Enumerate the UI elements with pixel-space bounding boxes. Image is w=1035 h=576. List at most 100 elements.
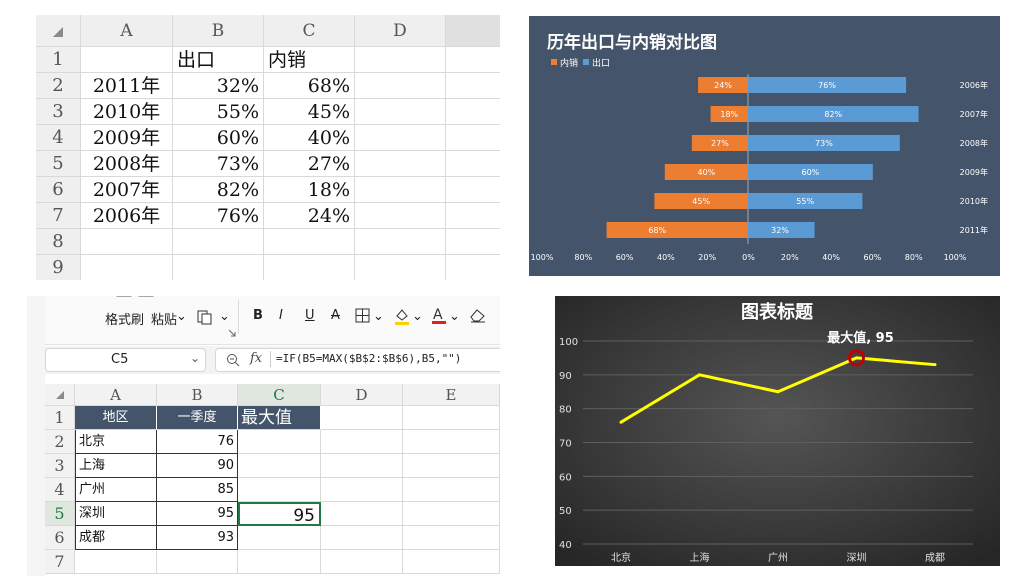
cell-D3[interactable] [321, 454, 403, 478]
cell-B3[interactable]: 55% [173, 99, 264, 125]
cell-D6[interactable] [321, 526, 403, 550]
cell-D7[interactable] [321, 550, 403, 574]
cell-C4[interactable]: 40% [264, 125, 355, 151]
zoom-formula-icon[interactable] [226, 353, 240, 367]
cell-A8[interactable] [81, 229, 173, 255]
cell-E6[interactable] [446, 177, 500, 203]
eraser-icon[interactable] [469, 307, 487, 323]
cell-B6[interactable]: 82% [173, 177, 264, 203]
cell-A3[interactable]: 上海 [75, 454, 157, 478]
cell-E3[interactable] [403, 454, 500, 478]
row-header-2[interactable]: 2 [36, 73, 81, 99]
cell-A1[interactable] [81, 47, 173, 73]
cell-A2[interactable]: 北京 [75, 430, 157, 454]
data-point-5[interactable] [933, 363, 937, 367]
cell-A3[interactable]: 2010年 [81, 99, 173, 125]
cell-D6[interactable] [355, 177, 446, 203]
row-header-6[interactable]: 6 [36, 177, 81, 203]
paste-button[interactable]: 粘贴 [151, 309, 177, 328]
cell-B6[interactable]: 93 [157, 526, 238, 550]
cell-B5[interactable]: 73% [173, 151, 264, 177]
cell-A7[interactable] [75, 550, 157, 574]
data-point-1[interactable] [619, 420, 623, 424]
cell-B9[interactable] [173, 255, 264, 280]
copy-dropdown-icon[interactable]: ⌄ [219, 309, 230, 324]
underline-button[interactable]: U [305, 308, 315, 323]
column-header-c[interactable]: C [238, 384, 321, 406]
cell-E2[interactable] [446, 73, 500, 99]
bold-button[interactable]: B [253, 308, 263, 323]
cell-D9[interactable] [355, 255, 446, 280]
row-header-7[interactable]: 7 [45, 550, 75, 574]
row-header-6[interactable]: 6 [45, 526, 75, 550]
cell-B3[interactable]: 90 [157, 454, 238, 478]
cell-C5[interactable]: 27% [264, 151, 355, 177]
cell-D4[interactable] [355, 125, 446, 151]
row-header-3[interactable]: 3 [45, 454, 75, 478]
row-header-5[interactable]: 5 [45, 502, 75, 526]
cell-A5[interactable]: 2008年 [81, 151, 173, 177]
data-point-2[interactable] [698, 373, 701, 377]
row-header-9[interactable]: 9 [36, 255, 81, 280]
cell-C7[interactable]: 24% [264, 203, 355, 229]
cell-C6[interactable]: 18% [264, 177, 355, 203]
format-painter-button[interactable]: 格式刷 [105, 309, 144, 328]
column-header-e[interactable] [446, 15, 500, 47]
cell-C1[interactable]: 内销 [264, 47, 355, 73]
cell-A6[interactable]: 2007年 [81, 177, 173, 203]
cell-B4[interactable]: 60% [173, 125, 264, 151]
row-header-1[interactable]: 1 [36, 47, 81, 73]
copy-icon[interactable] [196, 308, 218, 326]
cell-C8[interactable] [264, 229, 355, 255]
cell-C5[interactable]: 95 [238, 502, 321, 526]
cell-C1[interactable]: 最大值 [238, 406, 321, 430]
cell-D1[interactable] [355, 47, 446, 73]
cell-E7[interactable] [446, 203, 500, 229]
cell-E2[interactable] [403, 430, 500, 454]
cell-A2[interactable]: 2011年 [81, 73, 173, 99]
italic-button[interactable]: I [279, 308, 283, 323]
column-header-b[interactable]: B [157, 384, 238, 406]
select-all-corner-2[interactable] [45, 384, 75, 406]
row-header-4[interactable]: 4 [36, 125, 81, 151]
cell-B4[interactable]: 85 [157, 478, 238, 502]
name-box[interactable]: C5 ⌄ [45, 348, 206, 372]
cell-D1[interactable] [321, 406, 403, 430]
column-header-e[interactable]: E [403, 384, 500, 406]
cell-C2[interactable] [238, 430, 321, 454]
column-header-d[interactable]: D [321, 384, 403, 406]
font-color-icon[interactable]: A [430, 305, 448, 326]
row-header-2[interactable]: 2 [45, 430, 75, 454]
column-header-b[interactable]: B [173, 15, 264, 47]
cell-D5[interactable] [355, 151, 446, 177]
cell-B1[interactable]: 出口 [173, 47, 264, 73]
cell-A5[interactable]: 深圳 [75, 502, 157, 526]
row-header-4[interactable]: 4 [45, 478, 75, 502]
column-header-a[interactable]: A [81, 15, 173, 47]
formula-input[interactable]: fx =IF(B5=MAX($B$2:$B$6),B5,"") [215, 348, 500, 372]
bar-chart[interactable]: 历年出口与内销对比图 内销 出口 24% 76% 2006年 18% 82% 2007年 2… [529, 16, 1000, 276]
cell-E8[interactable] [446, 229, 500, 255]
cell-B7[interactable] [157, 550, 238, 574]
dialog-launcher-icon[interactable] [228, 329, 236, 337]
column-header-c[interactable]: C [264, 15, 355, 47]
select-all-corner[interactable] [36, 15, 81, 47]
cell-D3[interactable] [355, 99, 446, 125]
cell-D5[interactable] [321, 502, 403, 526]
cell-E5[interactable] [403, 502, 500, 526]
cell-B2[interactable]: 76 [157, 430, 238, 454]
fx-icon[interactable]: fx [250, 351, 262, 366]
cell-C7[interactable] [238, 550, 321, 574]
cell-E3[interactable] [446, 99, 500, 125]
row-header-7[interactable]: 7 [36, 203, 81, 229]
column-header-a[interactable]: A [75, 384, 157, 406]
row-header-3[interactable]: 3 [36, 99, 81, 125]
fill-color-dropdown-icon[interactable]: ⌄ [412, 309, 423, 324]
cell-A9[interactable] [81, 255, 173, 280]
cell-A6[interactable]: 成都 [75, 526, 157, 550]
cell-C9[interactable] [264, 255, 355, 280]
formula-text[interactable]: =IF(B5=MAX($B$2:$B$6),B5,"") [276, 352, 461, 365]
row-header-8[interactable]: 8 [36, 229, 81, 255]
row-header-1[interactable]: 1 [45, 406, 75, 430]
name-box-dropdown-icon[interactable]: ⌄ [190, 351, 200, 365]
